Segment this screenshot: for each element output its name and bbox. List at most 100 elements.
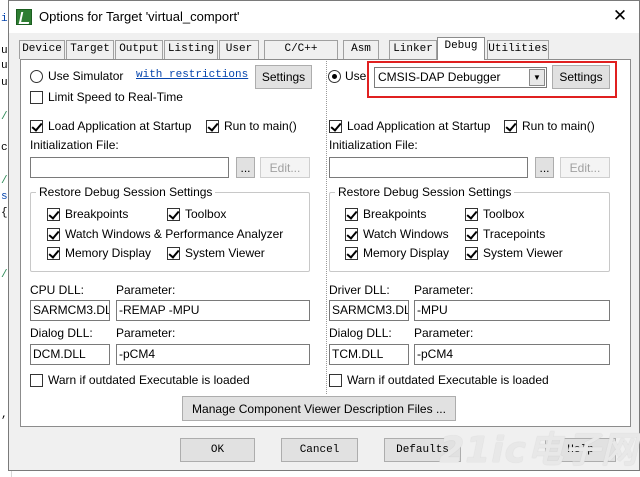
editor-glyph: u <box>1 77 8 89</box>
right-breakpoints-label: Breakpoints <box>363 207 427 221</box>
right-dialog-param-label: Parameter: <box>414 326 474 340</box>
editor-glyph: / <box>1 111 8 123</box>
left-system-viewer-label: System Viewer <box>185 246 265 260</box>
keil-uvision-icon <box>16 9 32 25</box>
left-toolbox-label: Toolbox <box>185 207 227 221</box>
left-memory-label: Memory Display <box>65 246 152 260</box>
tab-asm[interactable]: Asm <box>343 40 379 59</box>
right-load-app-label: Load Application at Startup <box>347 119 491 133</box>
close-icon: ✕ <box>612 6 628 25</box>
left-watch-label: Watch Windows & Performance Analyzer <box>65 227 284 241</box>
left-run-to-main-checkbox[interactable] <box>206 120 219 133</box>
manage-component-viewer-button[interactable]: Manage Component Viewer Description File… <box>182 396 456 421</box>
right-warn-outdated-label: Warn if outdated Executable is loaded <box>347 373 549 387</box>
left-dialog-param-input[interactable]: -pCM4 <box>116 344 310 365</box>
driver-param-input[interactable]: -MPU <box>414 300 610 321</box>
cpu-dll-label: CPU DLL: <box>30 283 85 297</box>
editor-glyph: , <box>1 409 8 421</box>
options-dialog: Options for Target 'virtual_comport' ✕ D… <box>8 0 640 471</box>
left-dialog-dll-input[interactable]: DCM.DLL <box>30 344 110 365</box>
limit-speed-checkbox[interactable] <box>30 91 43 104</box>
use-simulator-label: Use Simulator <box>48 69 124 83</box>
tab-user[interactable]: User <box>219 40 259 59</box>
right-dialog-dll-input[interactable]: TCM.DLL <box>329 344 409 365</box>
left-dialog-param-label: Parameter: <box>116 326 176 340</box>
title-bar[interactable]: Options for Target 'virtual_comport' ✕ <box>9 1 639 33</box>
tab-linker[interactable]: Linker <box>389 40 437 59</box>
right-load-app-checkbox[interactable] <box>329 120 342 133</box>
debugger-settings-button[interactable]: Settings <box>552 65 610 89</box>
left-load-app-label: Load Application at Startup <box>48 119 192 133</box>
right-tracepoints-checkbox[interactable] <box>465 228 478 241</box>
driver-param-label: Parameter: <box>414 283 474 297</box>
tab-listing[interactable]: Listing <box>164 40 218 59</box>
editor-glyph: u <box>1 45 8 57</box>
chevron-down-icon[interactable]: ▼ <box>529 69 545 86</box>
cpu-param-input[interactable]: -REMAP -MPU <box>116 300 310 321</box>
simulator-settings-button[interactable]: Settings <box>255 65 312 89</box>
cpu-param-label: Parameter: <box>116 283 176 297</box>
editor-glyph: / <box>1 175 8 187</box>
left-edit-button[interactable]: Edit... <box>260 157 310 178</box>
left-warn-outdated-checkbox[interactable] <box>30 374 43 387</box>
right-browse-button[interactable]: ... <box>535 157 554 178</box>
right-run-to-main-checkbox[interactable] <box>504 120 517 133</box>
site-watermark: 21ic电子网 <box>439 430 638 471</box>
right-toolbox-checkbox[interactable] <box>465 208 478 221</box>
left-dialog-dll-label: Dialog DLL: <box>30 326 93 340</box>
right-watch-label: Watch Windows <box>363 227 449 241</box>
right-dialog-param-input[interactable]: -pCM4 <box>414 344 610 365</box>
left-watch-checkbox[interactable] <box>47 228 60 241</box>
right-restore-group-title: Restore Debug Session Settings <box>335 185 515 199</box>
left-run-to-main-label: Run to main() <box>224 119 297 133</box>
close-button[interactable]: ✕ <box>601 1 639 32</box>
editor-glyph: u <box>1 60 8 72</box>
right-memory-label: Memory Display <box>363 246 450 260</box>
right-system-viewer-checkbox[interactable] <box>465 247 478 260</box>
tab-output[interactable]: Output <box>115 40 163 59</box>
debugger-select[interactable]: CMSIS-DAP Debugger ▼ <box>374 67 547 88</box>
right-memory-checkbox[interactable] <box>345 247 358 260</box>
right-init-file-input[interactable] <box>329 157 528 178</box>
right-breakpoints-checkbox[interactable] <box>345 208 358 221</box>
right-init-file-label: Initialization File: <box>329 138 418 152</box>
left-toolbox-checkbox[interactable] <box>167 208 180 221</box>
left-browse-button[interactable]: ... <box>236 157 255 178</box>
window-title: Options for Target 'virtual_comport' <box>39 9 240 24</box>
with-restrictions-link[interactable]: with restrictions <box>136 69 248 81</box>
left-load-app-checkbox[interactable] <box>30 120 43 133</box>
right-run-to-main-label: Run to main() <box>522 119 595 133</box>
left-breakpoints-label: Breakpoints <box>65 207 129 221</box>
left-breakpoints-checkbox[interactable] <box>47 208 60 221</box>
right-tracepoints-label: Tracepoints <box>483 227 546 241</box>
editor-glyph: / <box>1 269 8 281</box>
right-edit-button[interactable]: Edit... <box>560 157 610 178</box>
left-warn-outdated-label: Warn if outdated Executable is loaded <box>48 373 250 387</box>
cpu-dll-input[interactable]: SARMCM3.DLL <box>30 300 110 321</box>
use-simulator-radio[interactable] <box>30 70 43 83</box>
left-restore-group-title: Restore Debug Session Settings <box>36 185 216 199</box>
tab-device[interactable]: Device <box>19 40 65 59</box>
right-dialog-dll-label: Dialog DLL: <box>329 326 392 340</box>
ok-button[interactable]: OK <box>180 438 255 462</box>
tab-c-cpp[interactable]: C/C++ (AC6) <box>264 40 338 72</box>
tab-utilities[interactable]: Utilities <box>487 40 549 59</box>
use-debugger-label: Use: <box>345 69 370 83</box>
cancel-button[interactable]: Cancel <box>281 438 358 462</box>
left-memory-checkbox[interactable] <box>47 247 60 260</box>
driver-dll-input[interactable]: SARMCM3.DLL <box>329 300 409 321</box>
editor-glyph: c <box>1 142 8 154</box>
editor-glyph: s <box>1 191 8 203</box>
right-watch-checkbox[interactable] <box>345 228 358 241</box>
tab-target[interactable]: Target <box>66 40 114 59</box>
left-init-file-label: Initialization File: <box>30 138 119 152</box>
tab-debug[interactable]: Debug <box>437 37 485 60</box>
right-warn-outdated-checkbox[interactable] <box>329 374 342 387</box>
editor-glyph: { <box>1 207 8 219</box>
left-init-file-input[interactable] <box>30 157 229 178</box>
use-debugger-radio[interactable] <box>328 70 341 83</box>
editor-glyph: i <box>1 13 8 25</box>
right-toolbox-label: Toolbox <box>483 207 525 221</box>
left-system-viewer-checkbox[interactable] <box>167 247 180 260</box>
debugger-select-value: CMSIS-DAP Debugger <box>378 70 501 84</box>
